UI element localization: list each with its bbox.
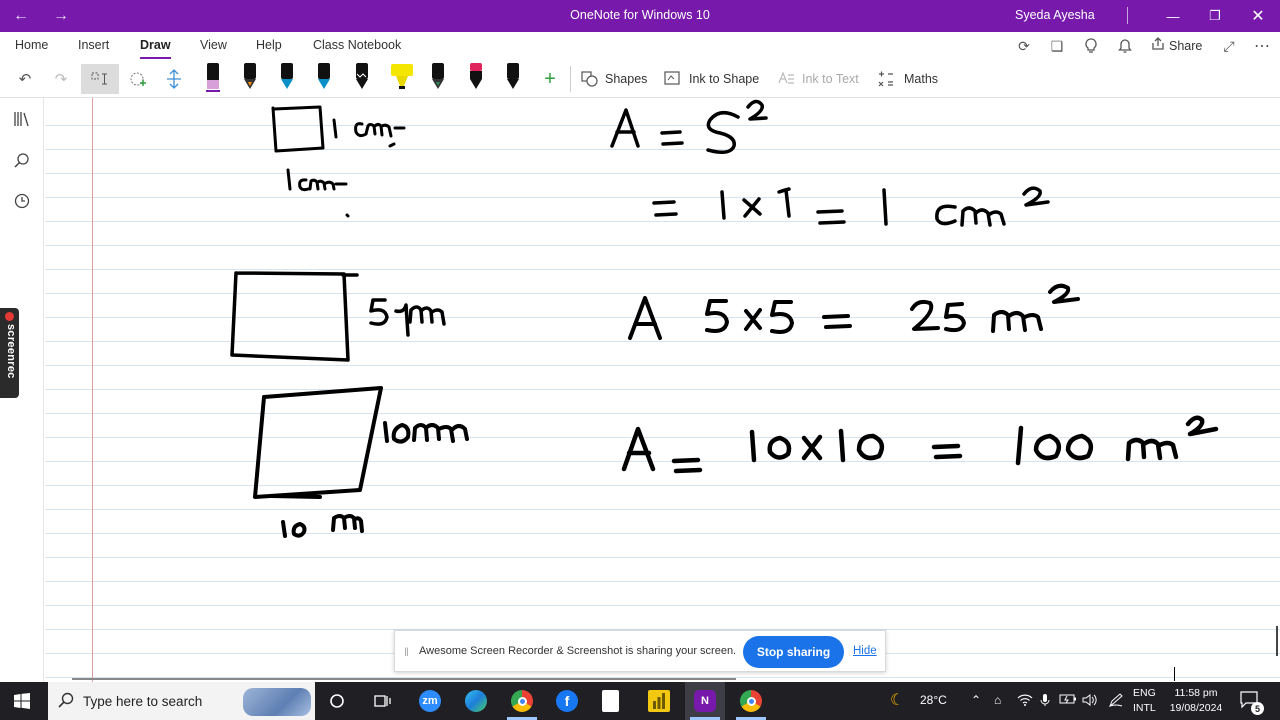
volume-icon[interactable] xyxy=(1082,693,1098,710)
show-hidden-icons-icon[interactable]: ⌃ xyxy=(971,693,981,707)
pen-workspace-icon[interactable] xyxy=(1108,693,1124,710)
weather-temperature[interactable]: 28°C xyxy=(920,693,947,707)
square-1cm-drawing xyxy=(271,105,406,218)
meet-now-icon[interactable]: ⌂ xyxy=(994,693,1001,707)
taskbar-search-box[interactable]: Type here to search xyxy=(48,682,315,720)
battery-charging-icon[interactable] xyxy=(1059,693,1077,708)
horizontal-scrollbar[interactable] xyxy=(72,678,736,680)
area-formula-line-4 xyxy=(621,415,1219,474)
wifi-icon[interactable] xyxy=(1017,693,1033,710)
keyboard-layout: INTL xyxy=(1133,702,1156,714)
square-5m-drawing xyxy=(230,271,446,362)
sharing-message: Awesome Screen Recorder & Screenshot is … xyxy=(419,645,737,657)
search-glass-icon xyxy=(58,692,74,711)
search-placeholder: Type here to search xyxy=(83,694,203,709)
windows-taskbar: Type here to search zm f N ☾ 28°C ⌃ ⌂ EN… xyxy=(0,682,1280,720)
system-clock[interactable]: 11:58 pm 19/08/2024 xyxy=(1160,686,1232,716)
chrome-profile-icon[interactable] xyxy=(740,690,762,712)
edge-browser-icon[interactable] xyxy=(465,690,487,712)
text-cursor xyxy=(1174,667,1175,681)
handwritten-ink-layer xyxy=(230,99,1219,538)
hide-link[interactable]: Hide xyxy=(853,645,877,657)
onenote-app-icon[interactable]: N xyxy=(694,690,716,712)
weather-moon-icon[interactable]: ☾ xyxy=(890,690,904,710)
square-10m-drawing xyxy=(253,386,469,538)
language-code: ENG xyxy=(1133,687,1156,699)
drag-handle-icon[interactable]: ‖ xyxy=(404,645,409,659)
vertical-scrollbar[interactable] xyxy=(1276,626,1278,656)
zoom-app-icon[interactable]: zm xyxy=(419,690,441,712)
search-highlight-image xyxy=(243,688,311,716)
area-formula-line-3 xyxy=(628,283,1080,340)
facebook-icon[interactable]: f xyxy=(556,690,578,712)
power-bi-icon[interactable] xyxy=(648,690,670,712)
stop-sharing-button[interactable]: Stop sharing xyxy=(743,636,844,668)
notification-count-badge: 5 xyxy=(1251,702,1264,715)
file-icon[interactable] xyxy=(602,690,619,712)
windows-start-icon[interactable] xyxy=(2,682,42,720)
clock-date: 19/08/2024 xyxy=(1169,702,1223,714)
area-formula-line-1 xyxy=(610,99,768,154)
input-language[interactable]: ENG INTL xyxy=(1133,686,1156,716)
clock-time: 11:58 pm xyxy=(1174,687,1218,699)
screen-sharing-banner: ‖ Awesome Screen Recorder & Screenshot i… xyxy=(394,630,886,672)
cortana-icon[interactable] xyxy=(317,682,357,720)
area-formula-line-2 xyxy=(652,186,1050,227)
chrome-browser-icon[interactable] xyxy=(511,690,533,712)
microphone-icon[interactable] xyxy=(1040,693,1050,710)
task-view-icon[interactable] xyxy=(362,682,402,720)
